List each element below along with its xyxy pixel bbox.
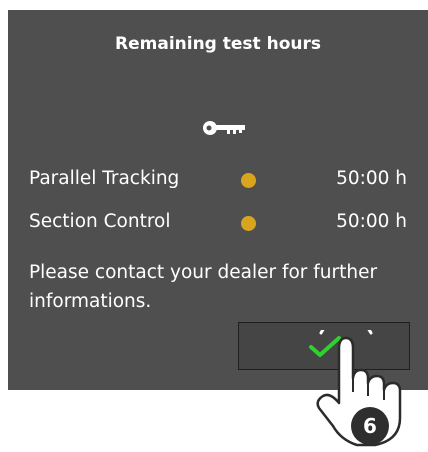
step-number-badge: 6 (351, 407, 389, 445)
dealer-message: Please contact your dealer for further i… (29, 262, 378, 312)
license-row-parallel-tracking: Parallel Tracking 50:00 h (29, 165, 407, 195)
license-name: Section Control (29, 211, 171, 232)
key-icon (203, 121, 245, 135)
dialog-title: Remaining test hours (115, 34, 321, 54)
license-hours: 50:00 h (336, 168, 407, 189)
status-dot (241, 216, 256, 231)
license-name: Parallel Tracking (29, 168, 180, 189)
status-dot (241, 173, 256, 188)
license-row-section-control: Section Control 50:00 h (29, 208, 407, 238)
license-hours: 50:00 h (336, 211, 407, 232)
